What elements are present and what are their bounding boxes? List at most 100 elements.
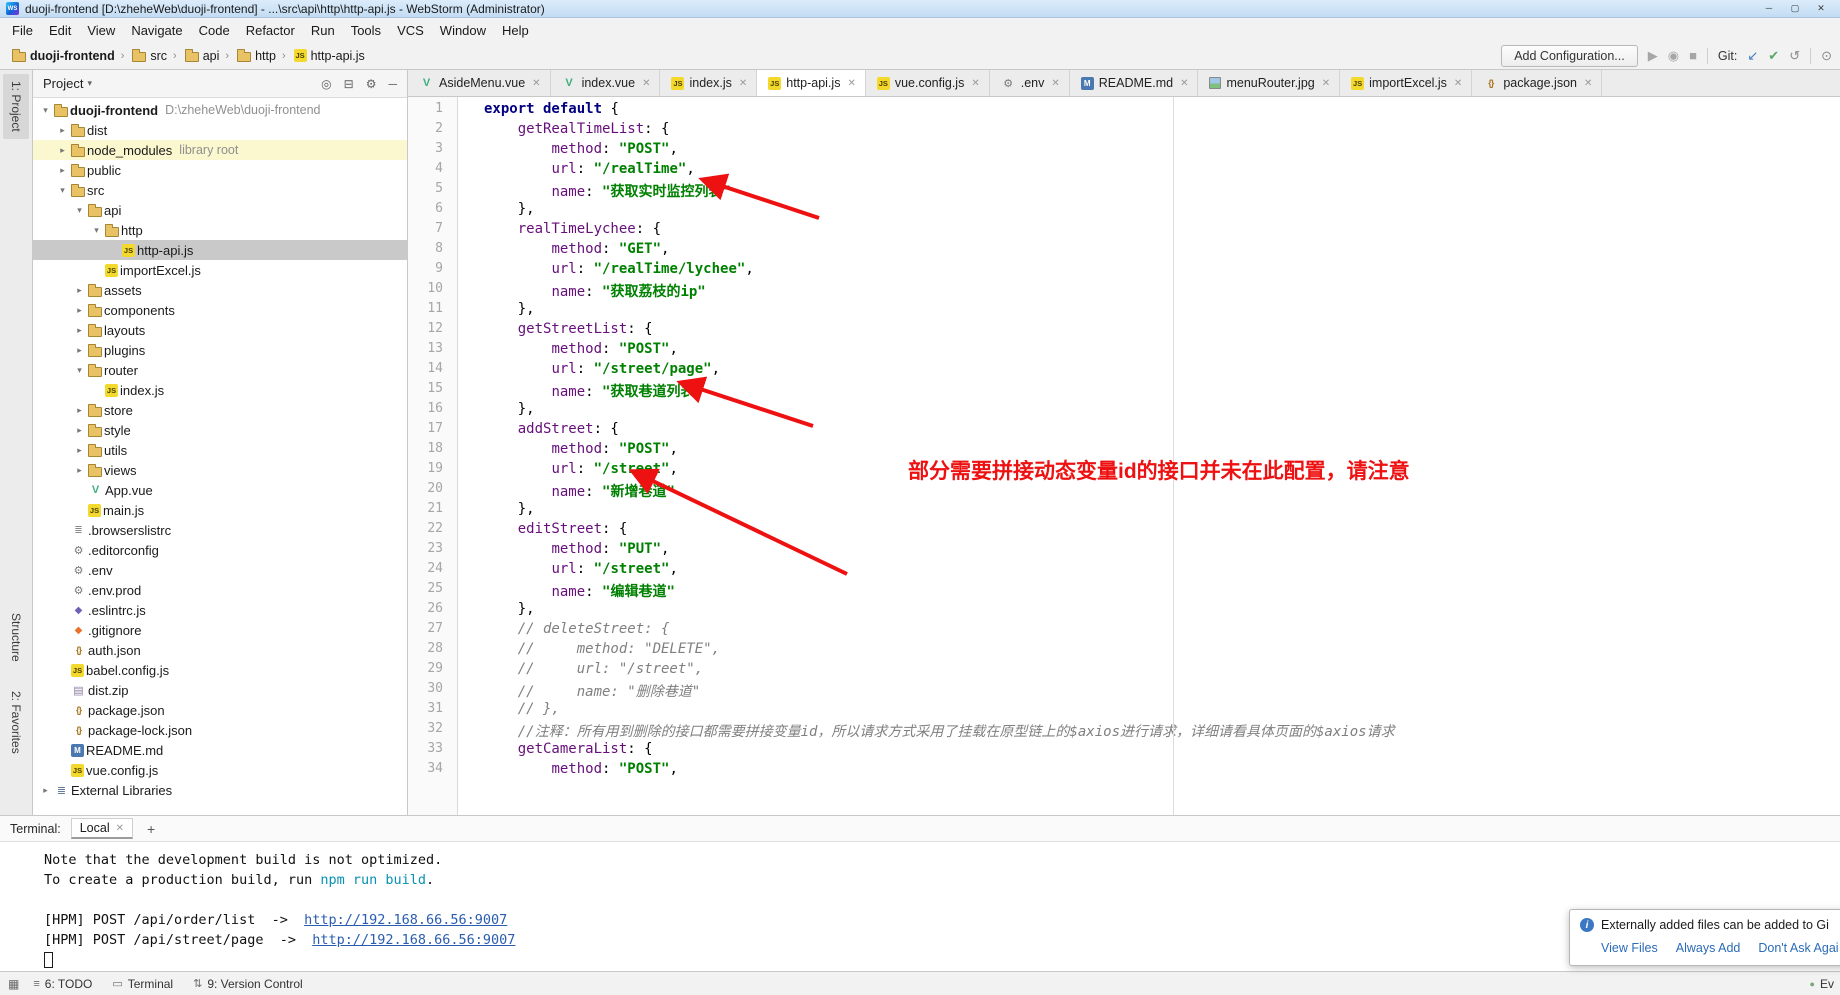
line-number[interactable]: 3 (408, 141, 457, 161)
tree-item-app-vue[interactable]: VApp.vue (33, 480, 407, 500)
code-line[interactable]: // name: "删除巷道" (484, 681, 1840, 701)
tree-item-api[interactable]: ▾api (33, 200, 407, 220)
tool-window-switcher-icon[interactable]: ▦ (8, 977, 19, 991)
chevron-down-icon[interactable]: ▾ (90, 225, 103, 236)
tree-item-readme-md[interactable]: MREADME.md (33, 740, 407, 760)
stripe-tab-2-favorites[interactable]: 2: Favorites (3, 684, 29, 761)
tree-item-vue-config-js[interactable]: JSvue.config.js (33, 760, 407, 780)
statusbar-terminal[interactable]: ▭Terminal (112, 977, 173, 991)
line-number[interactable]: 15 (408, 381, 457, 401)
code-line[interactable]: }, (484, 401, 1840, 421)
code-line[interactable]: method: "GET", (484, 241, 1840, 261)
code-line[interactable]: getCameraList: { (484, 741, 1840, 761)
close-icon[interactable]: ✕ (1584, 78, 1592, 89)
tree-item-editorconfig[interactable]: ⚙.editorconfig (33, 540, 407, 560)
chevron-right-icon[interactable]: ▸ (73, 325, 86, 336)
code-line[interactable]: // deleteStreet: { (484, 621, 1840, 641)
line-number[interactable]: 33 (408, 741, 457, 761)
debug-icon[interactable]: ◉ (1668, 49, 1679, 62)
line-number[interactable]: 31 (408, 701, 457, 721)
code-line[interactable]: url: "/realTime", (484, 161, 1840, 181)
statusbar-6-todo[interactable]: ≡6: TODO (33, 977, 92, 991)
editor[interactable]: 1234567891011121314151617181920212223242… (408, 97, 1840, 815)
tree-item-public[interactable]: ▸public (33, 160, 407, 180)
tab-asidemenu-vue[interactable]: VAsideMenu.vue✕ (408, 70, 551, 96)
chevron-right-icon[interactable]: ▸ (39, 785, 52, 796)
code-line[interactable]: method: "POST", (484, 141, 1840, 161)
code-line[interactable]: name: "获取荔枝的ip" (484, 281, 1840, 301)
line-number[interactable]: 34 (408, 761, 457, 781)
chevron-right-icon[interactable]: ▸ (73, 285, 86, 296)
code-line[interactable]: // url: "/street", (484, 661, 1840, 681)
terminal-output[interactable]: Note that the development build is not o… (0, 842, 1840, 971)
code-line[interactable]: editStreet: { (484, 521, 1840, 541)
tab-menurouter-jpg[interactable]: menuRouter.jpg✕ (1198, 70, 1340, 96)
tree-item-assets[interactable]: ▸assets (33, 280, 407, 300)
code-line[interactable]: //注释：所有用到删除的接口都需要拼接变量id，所以请求方式采用了挂载在原型链上… (484, 721, 1840, 741)
tree-item-src[interactable]: ▾src (33, 180, 407, 200)
tree-item-browserslistrc[interactable]: ≣.browserslistrc (33, 520, 407, 540)
menu-file[interactable]: File (4, 20, 41, 41)
chevron-right-icon[interactable]: ▸ (73, 425, 86, 436)
tree-item-node-modules[interactable]: ▸node_moduleslibrary root (33, 140, 407, 160)
settings-icon[interactable]: ⚙ (366, 78, 377, 90)
code-line[interactable]: method: "PUT", (484, 541, 1840, 561)
chevron-down-icon[interactable]: ▾ (73, 365, 86, 376)
tab-vue-config-js[interactable]: JSvue.config.js✕ (866, 70, 990, 96)
chevron-right-icon[interactable]: ▸ (73, 465, 86, 476)
tree-item-layouts[interactable]: ▸layouts (33, 320, 407, 340)
code-line[interactable]: url: "/street", (484, 561, 1840, 581)
chevron-right-icon[interactable]: ▸ (56, 165, 69, 176)
statusbar-event-log[interactable]: ● Ev (1810, 977, 1834, 991)
tab-importexcel-js[interactable]: JSimportExcel.js✕ (1340, 70, 1472, 96)
tree-item-components[interactable]: ▸components (33, 300, 407, 320)
code-line[interactable]: name: "获取实时监控列表" (484, 181, 1840, 201)
tree-item-main-js[interactable]: JSmain.js (33, 500, 407, 520)
chevron-right-icon[interactable]: ▸ (56, 145, 69, 156)
tree-item-views[interactable]: ▸views (33, 460, 407, 480)
git-update-icon[interactable]: ↙ (1747, 49, 1758, 62)
code-line[interactable]: // }, (484, 701, 1840, 721)
tree-item-plugins[interactable]: ▸plugins (33, 340, 407, 360)
menu-navigate[interactable]: Navigate (123, 20, 190, 41)
notification-link-always-add[interactable]: Always Add (1676, 941, 1741, 955)
breadcrumb-item-http-api-js[interactable]: JShttp-api.js (292, 49, 365, 63)
line-number[interactable]: 12 (408, 321, 457, 341)
code-line[interactable]: url: "/realTime/lychee", (484, 261, 1840, 281)
add-configuration-button[interactable]: Add Configuration... (1501, 45, 1638, 67)
line-number[interactable]: 29 (408, 661, 457, 681)
line-number[interactable]: 8 (408, 241, 457, 261)
code-line[interactable]: }, (484, 201, 1840, 221)
breadcrumb-item-http[interactable]: http (235, 49, 276, 63)
chevron-right-icon[interactable]: ▸ (73, 305, 86, 316)
menu-refactor[interactable]: Refactor (238, 20, 303, 41)
line-number[interactable]: 2 (408, 121, 457, 141)
line-number[interactable]: 23 (408, 541, 457, 561)
code-line[interactable]: }, (484, 301, 1840, 321)
line-number[interactable]: 5 (408, 181, 457, 201)
tree-item-dist-zip[interactable]: ▤dist.zip (33, 680, 407, 700)
terminal-tab-local[interactable]: Local ✕ (71, 818, 133, 839)
line-number[interactable]: 24 (408, 561, 457, 581)
tab-http-api-js[interactable]: JShttp-api.js✕ (757, 70, 866, 96)
menu-tools[interactable]: Tools (343, 20, 389, 41)
code-line[interactable]: addStreet: { (484, 421, 1840, 441)
tree-item-package-lock-json[interactable]: {}package-lock.json (33, 720, 407, 740)
menu-edit[interactable]: Edit (41, 20, 79, 41)
git-commit-icon[interactable]: ✔ (1768, 49, 1779, 62)
line-number[interactable]: 27 (408, 621, 457, 641)
tree-item-dist[interactable]: ▸dist (33, 120, 407, 140)
tree-item-auth-json[interactable]: {}auth.json (33, 640, 407, 660)
stripe-tab-structure[interactable]: Structure (3, 606, 29, 669)
clock-icon[interactable]: ⊙ (1821, 49, 1832, 62)
chevron-right-icon[interactable]: ▸ (73, 345, 86, 356)
tree-item-env[interactable]: ⚙.env (33, 560, 407, 580)
tab-index-vue[interactable]: Vindex.vue✕ (551, 70, 661, 96)
code-line[interactable]: method: "POST", (484, 341, 1840, 361)
code-line[interactable]: name: "编辑巷道" (484, 581, 1840, 601)
editor-gutter[interactable]: 1234567891011121314151617181920212223242… (408, 97, 458, 815)
menu-code[interactable]: Code (191, 20, 238, 41)
maximize-icon[interactable]: ▢ (1782, 3, 1808, 14)
line-number[interactable]: 11 (408, 301, 457, 321)
run-icon[interactable]: ▶ (1648, 49, 1658, 62)
